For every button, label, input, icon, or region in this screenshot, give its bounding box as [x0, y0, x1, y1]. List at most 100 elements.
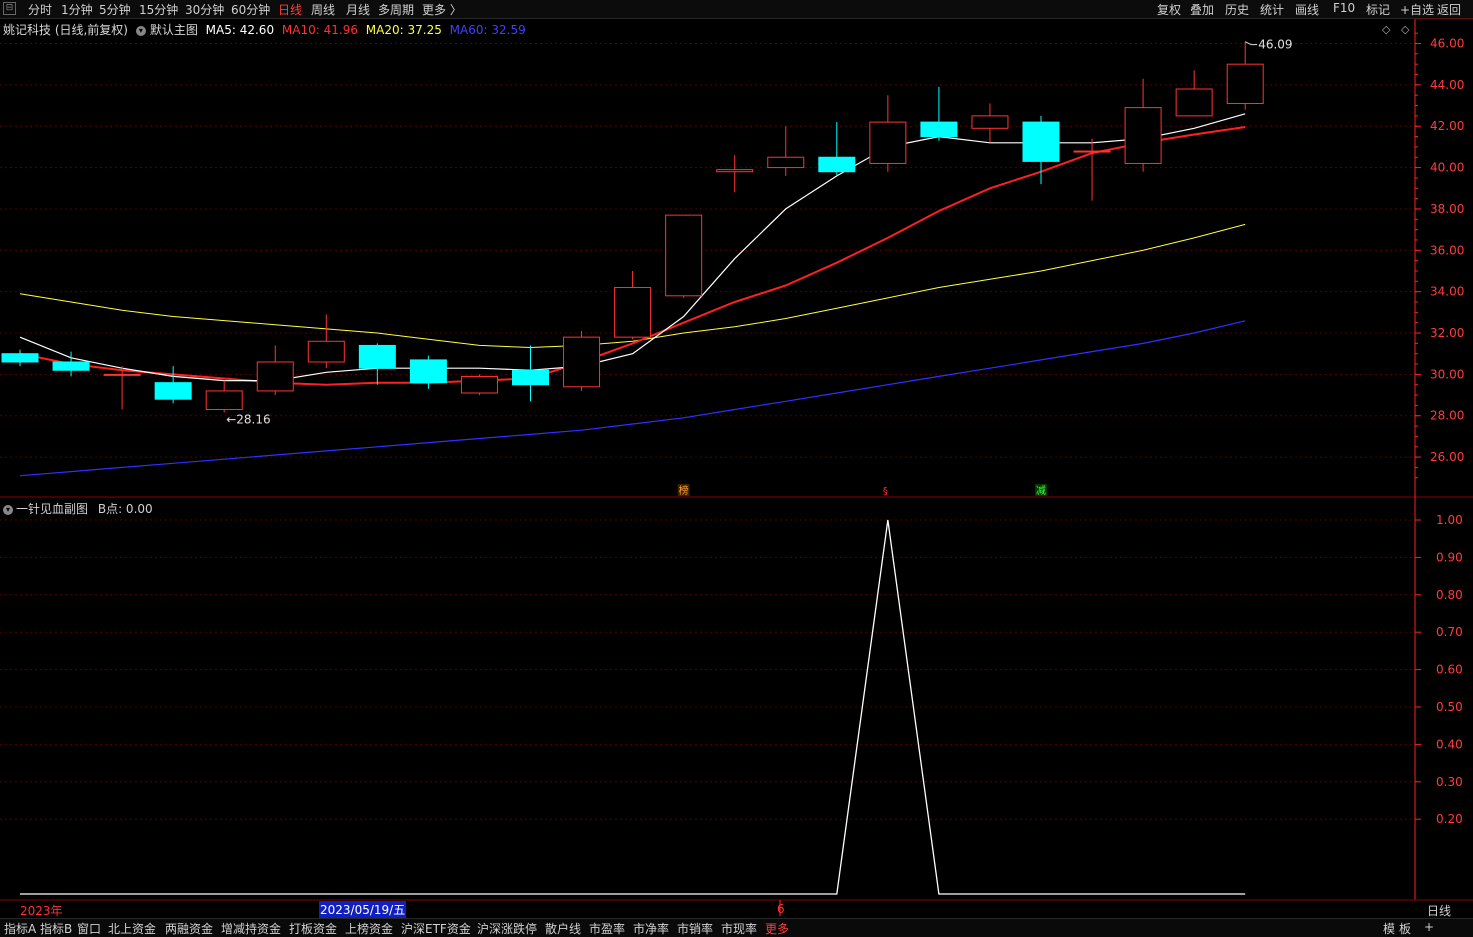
candle: [767, 126, 805, 176]
zoom-diamond-icon: ◇: [1382, 23, 1391, 36]
candle-body-down: [154, 382, 192, 400]
candle: [154, 366, 192, 404]
date-year-label: 2023年: [20, 904, 63, 918]
sub-tick-label: 0.40: [1436, 737, 1463, 751]
candle: [358, 343, 396, 385]
candle: [103, 366, 141, 410]
candle: [1226, 41, 1264, 110]
bottom-tab-5[interactable]: 增减持资金: [221, 920, 281, 937]
candle: [818, 122, 856, 176]
candle-body-down: [920, 121, 958, 138]
candle: [920, 86, 958, 141]
bottom-tab-3[interactable]: 北上资金: [108, 920, 156, 937]
sub-tick-label: 0.60: [1436, 663, 1463, 677]
sub-tick-label: 0.80: [1436, 588, 1463, 602]
price-tick-label: 46.00: [1430, 37, 1464, 51]
high-price-label: 46.09: [1258, 38, 1292, 52]
candle: [512, 345, 549, 402]
candle-body-down: [1022, 121, 1060, 162]
candle: [614, 270, 652, 340]
candle: [307, 314, 345, 369]
candle-body-up: [1175, 88, 1213, 117]
settings-diamond-icon: ◇: [1401, 23, 1410, 36]
candle-body-down: [512, 369, 549, 386]
candle-body-up: [1226, 63, 1264, 104]
bottom-tab-7[interactable]: 上榜资金: [345, 920, 393, 937]
candle: [1175, 70, 1213, 117]
candle-body-up: [1073, 150, 1111, 153]
candle-body-up: [256, 361, 294, 392]
low-price-label: ←28.16: [226, 412, 270, 426]
date-month-label: 6: [777, 902, 785, 916]
sub-tick-label: 1.00: [1436, 513, 1463, 527]
candle: [1, 349, 39, 367]
price-tick-label: 26.00: [1430, 450, 1464, 464]
price-tick-label: 28.00: [1430, 409, 1464, 423]
cursor-date-label: 2023/05/19/五: [319, 901, 407, 918]
sub-tick-label: 0.30: [1436, 775, 1463, 789]
bottom-right-button-0[interactable]: 模: [1383, 920, 1395, 937]
candle-body-up: [971, 115, 1009, 129]
period-label: 日线: [1427, 904, 1452, 918]
candle-body-down: [358, 344, 396, 369]
ma5-line: [19, 113, 1246, 382]
candle: [460, 374, 498, 396]
sub-tick-label: 0.50: [1436, 700, 1463, 714]
bottom-tab-10[interactable]: 散户线: [545, 920, 581, 937]
candle-body-up: [716, 169, 754, 173]
candle: [563, 330, 601, 391]
candle-body-up: [767, 156, 805, 169]
candle-body-up: [307, 340, 345, 363]
candle-body-up: [869, 121, 907, 164]
bottom-tab-2[interactable]: 窗口: [77, 920, 101, 937]
candle: [52, 351, 90, 377]
candle: [1022, 115, 1060, 185]
bottom-tab-15[interactable]: 更多: [765, 920, 789, 937]
candle-body-up: [614, 287, 652, 338]
price-tick-label: 32.00: [1430, 326, 1464, 340]
candle-body-up: [205, 390, 243, 411]
candle-body-up: [103, 373, 141, 376]
bottom-tab-bar: 指标A 指标B 窗口 北上资金 两融资金 增减持资金 打板资金 上榜资金 沪深ETF资金 沪深涨跌…: [0, 918, 1473, 937]
candle-body-down: [409, 359, 447, 384]
bottom-tab-8[interactable]: 沪深ETF资金: [401, 920, 471, 937]
candle: [1124, 78, 1162, 172]
bottom-tab-13[interactable]: 市销率: [677, 920, 713, 937]
candle: [409, 355, 447, 389]
price-tick-label: 34.00: [1430, 285, 1464, 299]
bottom-tab-6[interactable]: 打板资金: [289, 920, 337, 937]
bottom-tab-11[interactable]: 市盈率: [589, 920, 625, 937]
marker-bang: 榜: [679, 484, 689, 497]
price-tick-label: 42.00: [1430, 119, 1464, 133]
candle-body-down: [1, 353, 39, 363]
bottom-tab-9[interactable]: 沪深涨跌停: [477, 920, 537, 937]
bottom-right-button-1[interactable]: 板: [1399, 920, 1411, 937]
candle: [256, 345, 294, 396]
bottom-tab-12[interactable]: 市净率: [633, 920, 669, 937]
candle-body-down: [818, 156, 856, 173]
sub-tick-label: 0.90: [1436, 550, 1463, 564]
candle-body-up: [1124, 107, 1162, 164]
ma10-line: [19, 126, 1246, 386]
sub-tick-label: 0.70: [1436, 625, 1463, 639]
bottom-tab-14[interactable]: 市现率: [721, 920, 757, 937]
sub-tick-label: 0.20: [1436, 812, 1463, 826]
marker-jian: 减: [1036, 485, 1046, 497]
candle: [205, 380, 243, 413]
price-tick-label: 36.00: [1430, 243, 1464, 257]
bottom-tab-4[interactable]: 两融资金: [165, 920, 213, 937]
price-tick-label: 38.00: [1430, 202, 1464, 216]
candle: [1073, 138, 1111, 201]
candle-body-down: [52, 361, 90, 371]
candle-body-up: [665, 214, 703, 297]
candle-body-up: [460, 375, 498, 394]
kline-chart[interactable]: 46.00 44.00 42.00 40.00 38.00 36.00 34.00 32.00…: [0, 0, 1473, 918]
candle: [971, 103, 1009, 143]
candle: [716, 155, 754, 193]
bottom-tab-0[interactable]: 指标A: [4, 920, 36, 937]
price-tick-label: 40.00: [1430, 161, 1464, 175]
candle: [869, 95, 907, 172]
candle-body-up: [563, 336, 601, 388]
bottom-right-button-2[interactable]: +: [1424, 920, 1434, 934]
bottom-tab-1[interactable]: 指标B: [40, 920, 72, 937]
